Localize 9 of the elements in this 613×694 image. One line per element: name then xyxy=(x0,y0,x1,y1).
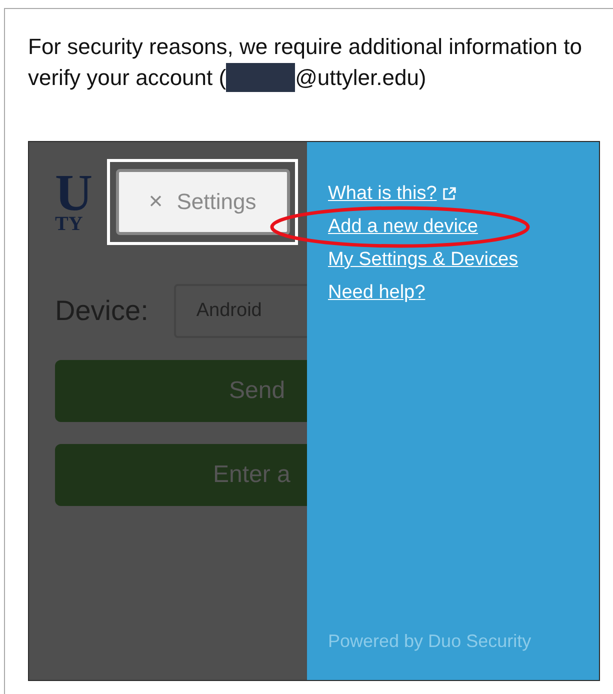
settings-link[interactable]: My Settings & Devices xyxy=(328,248,518,272)
settings-link[interactable]: What is this? xyxy=(328,182,456,206)
settings-link[interactable]: Need help? xyxy=(328,281,426,305)
external-link-icon xyxy=(442,187,456,201)
action-button[interactable]: Send xyxy=(55,360,307,422)
security-message: For security reasons, we require additional information to verify your account ( @uttyler.edu) xyxy=(28,33,583,93)
powered-by-text: Powered by Duo Security xyxy=(328,631,532,652)
settings-button[interactable]: × Settings xyxy=(116,169,290,235)
action-button[interactable]: Enter a xyxy=(55,444,307,506)
